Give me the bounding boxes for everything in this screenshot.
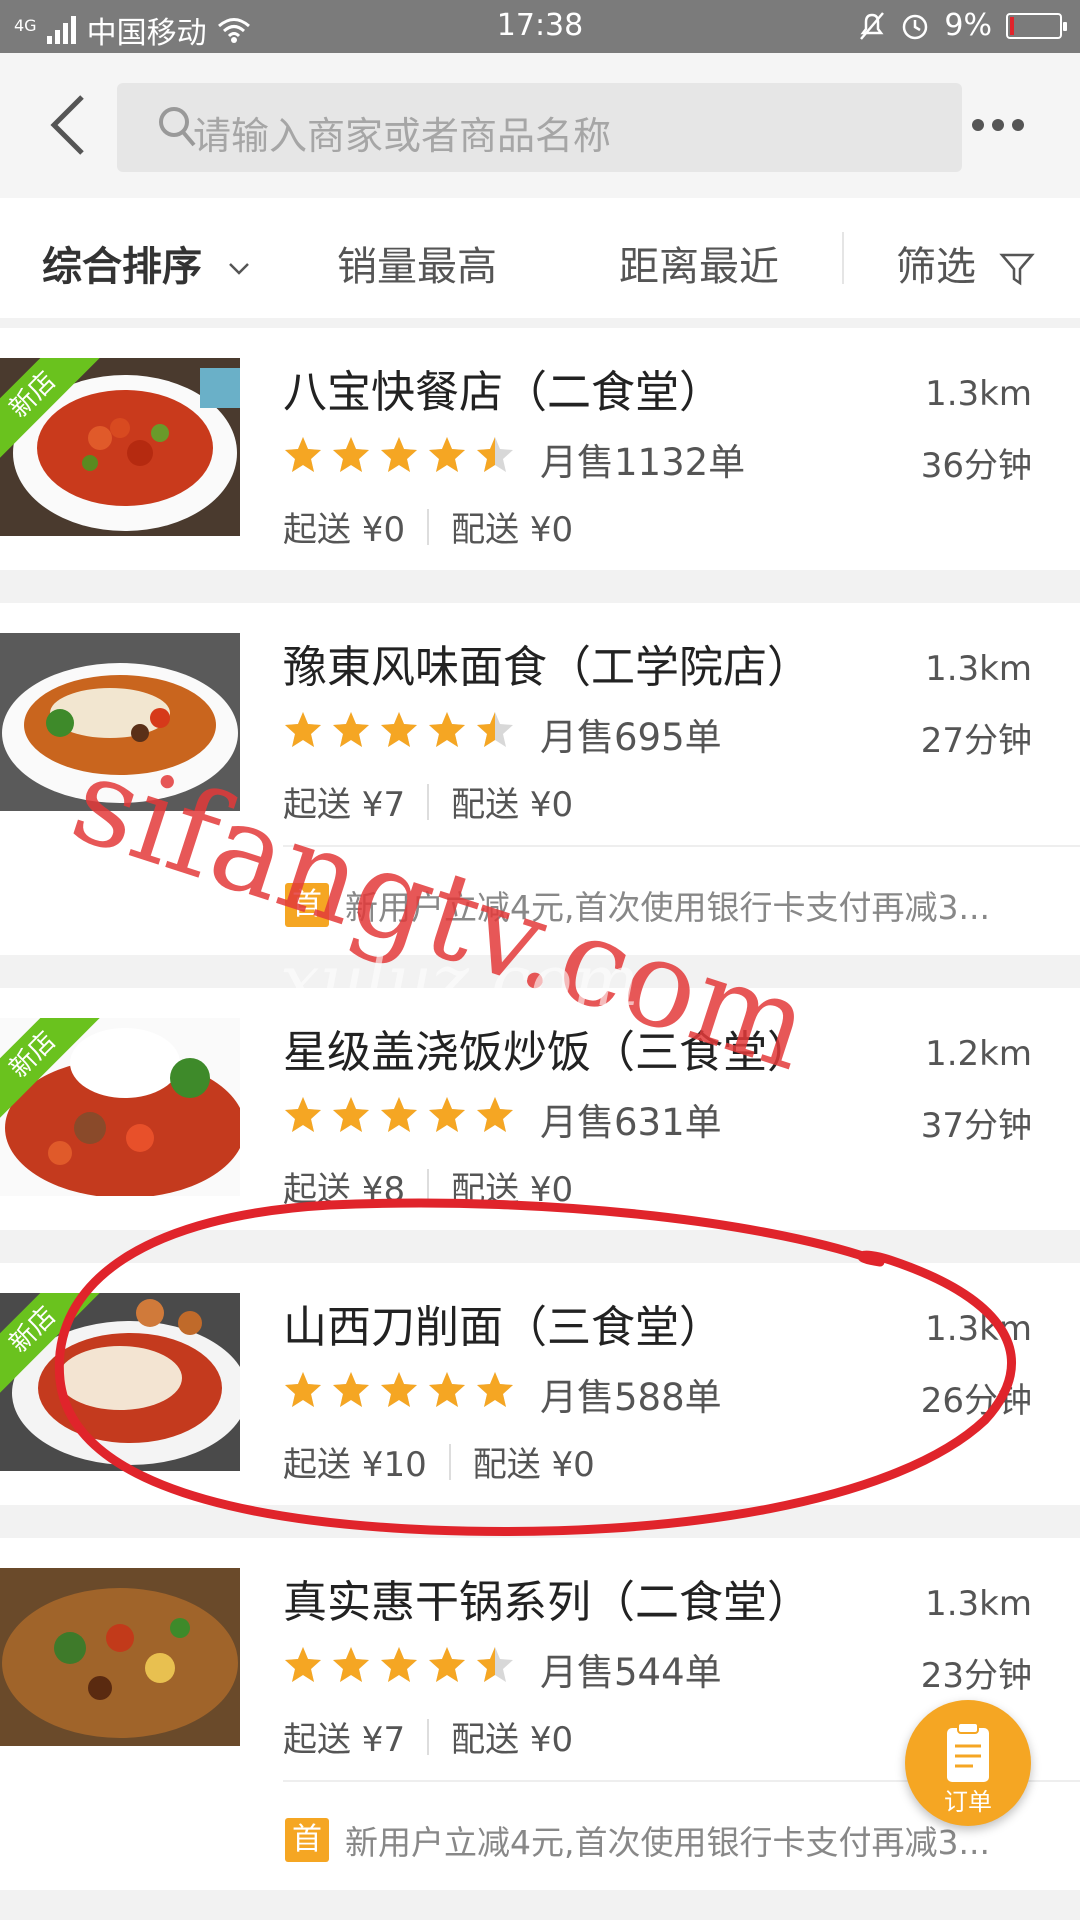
monthly-sales: 月售695单	[540, 716, 722, 759]
star-icon	[333, 1372, 369, 1407]
star-icon	[333, 437, 369, 472]
store-image: 新店	[0, 358, 240, 536]
star-icon	[333, 712, 369, 747]
mute-bell-icon	[860, 11, 885, 40]
store-card[interactable]: 新店 八宝快餐店（二食堂） 1.3km 月售1132单 36分钟 起送 ¥0 配送…	[0, 328, 1080, 570]
star-icon	[477, 1097, 513, 1132]
back-arrow-icon[interactable]	[48, 93, 88, 157]
store-image	[0, 1568, 240, 1746]
rating-stars	[283, 1645, 515, 1685]
fee-info: 起送 ¥7 配送 ¥0	[283, 1712, 573, 1761]
star-icon	[429, 1372, 465, 1407]
star-icon	[285, 712, 321, 747]
store-name: 豫東风味面食（工学院店）	[283, 642, 811, 693]
star-icon	[477, 712, 513, 747]
star-icon	[429, 437, 465, 472]
monthly-sales: 月售544单	[540, 1651, 722, 1694]
star-icon	[381, 1097, 417, 1132]
store-image: 新店	[0, 1018, 240, 1196]
battery-percent: 9%	[944, 8, 992, 43]
sort-best-selling[interactable]: 销量最高	[337, 234, 497, 292]
star-icon	[333, 1647, 369, 1682]
status-bar: 4G 中国移动 17:38 9%	[0, 0, 1080, 53]
star-icon	[381, 1647, 417, 1682]
star-icon	[285, 1647, 321, 1682]
store-distance: 1.3km	[925, 374, 1032, 414]
store-name: 八宝快餐店（二食堂）	[283, 367, 723, 418]
first-order-badge: 首	[285, 1818, 329, 1862]
star-icon	[381, 712, 417, 747]
store-name: 真实惠干锅系列（二食堂）	[283, 1577, 811, 1628]
monthly-sales: 月售631单	[540, 1101, 722, 1144]
rating-stars	[283, 435, 515, 475]
star-icon	[429, 1647, 465, 1682]
alarm-icon	[903, 14, 928, 39]
store-distance: 1.3km	[925, 1584, 1032, 1624]
promo-row: 首 新用户立减4元,首次使用银行卡支付再减3...	[285, 1816, 990, 1864]
store-distance: 1.3km	[925, 1309, 1032, 1349]
sort-nearest[interactable]: 距离最近	[619, 234, 779, 292]
delivery-time: 36分钟	[920, 446, 1032, 486]
star-icon	[429, 712, 465, 747]
min-order: 起送 ¥7	[283, 1720, 406, 1760]
order-button[interactable]: 订单	[905, 1700, 1031, 1826]
delivery-time: 27分钟	[920, 721, 1032, 761]
clipboard-icon	[947, 1722, 989, 1782]
star-icon	[285, 1097, 321, 1132]
star-icon	[477, 1372, 513, 1407]
star-icon	[477, 1647, 513, 1682]
fee-info: 起送 ¥8 配送 ¥0	[283, 1162, 573, 1211]
fee-info: 起送 ¥0 配送 ¥0	[283, 502, 573, 551]
store-card[interactable]: 新店 星级盖浇饭炒饭（三食堂） 1.2km 月售631单 37分钟 起送 ¥8 配…	[0, 988, 1080, 1230]
rating-stars	[283, 1095, 515, 1135]
sort-bar: 综合排序 销量最高 距离最近 筛选	[0, 198, 1080, 318]
search-input[interactable]: 请输入商家或者商品名称	[117, 83, 962, 172]
store-distance: 1.3km	[925, 649, 1032, 689]
filter-funnel-icon	[999, 253, 1035, 286]
store-name: 山西刀削面（三食堂）	[283, 1302, 723, 1353]
store-distance: 1.2km	[925, 1034, 1032, 1074]
more-options-icon[interactable]	[972, 119, 1024, 131]
star-icon	[477, 437, 513, 472]
delivery-fee: 配送 ¥0	[451, 1720, 574, 1760]
divider	[842, 232, 844, 284]
star-icon	[285, 437, 321, 472]
star-icon	[285, 1372, 321, 1407]
fee-info: 起送 ¥10 配送 ¥0	[283, 1437, 595, 1486]
store-card[interactable]: 新店 山西刀削面（三食堂） 1.3km 月售588单 26分钟 起送 ¥10 配送…	[0, 1263, 1080, 1505]
min-order: 起送 ¥0	[283, 510, 406, 550]
delivery-time: 23分钟	[920, 1656, 1032, 1696]
chevron-down-icon	[229, 263, 249, 275]
delivery-fee: 配送 ¥0	[451, 510, 574, 550]
delivery-fee: 配送 ¥0	[451, 785, 574, 825]
search-header: 请输入商家或者商品名称	[0, 53, 1080, 198]
star-icon	[429, 1097, 465, 1132]
star-icon	[381, 1372, 417, 1407]
search-icon	[159, 107, 196, 147]
filter-label: 筛选	[896, 244, 976, 290]
delivery-time: 37分钟	[920, 1106, 1032, 1146]
watermark-faint: xuluz.com	[280, 940, 639, 1022]
store-card[interactable]: 真实惠干锅系列（二食堂） 1.3km 月售544单 23分钟 起送 ¥7 配送 ¥…	[0, 1538, 1080, 1890]
delivery-fee: 配送 ¥0	[472, 1445, 595, 1485]
monthly-sales: 月售588单	[540, 1376, 722, 1419]
search-placeholder: 请输入商家或者商品名称	[193, 114, 612, 158]
store-image: 新店	[0, 1293, 240, 1471]
sort-comprehensive-label: 综合排序	[42, 244, 202, 290]
battery-icon	[1006, 12, 1067, 39]
rating-stars	[283, 1370, 515, 1410]
sort-comprehensive[interactable]: 综合排序	[42, 234, 250, 292]
filter-button[interactable]: 筛选	[896, 234, 1035, 292]
rating-stars	[283, 710, 515, 750]
delivery-time: 26分钟	[920, 1381, 1032, 1421]
promo-text: 新用户立减4元,首次使用银行卡支付再减3...	[345, 1823, 990, 1862]
min-order: 起送 ¥8	[283, 1170, 406, 1210]
min-order: 起送 ¥10	[283, 1445, 427, 1485]
delivery-fee: 配送 ¥0	[451, 1170, 574, 1210]
monthly-sales: 月售1132单	[540, 441, 746, 484]
star-icon	[333, 1097, 369, 1132]
order-button-label: 订单	[944, 1788, 992, 1816]
star-icon	[381, 437, 417, 472]
